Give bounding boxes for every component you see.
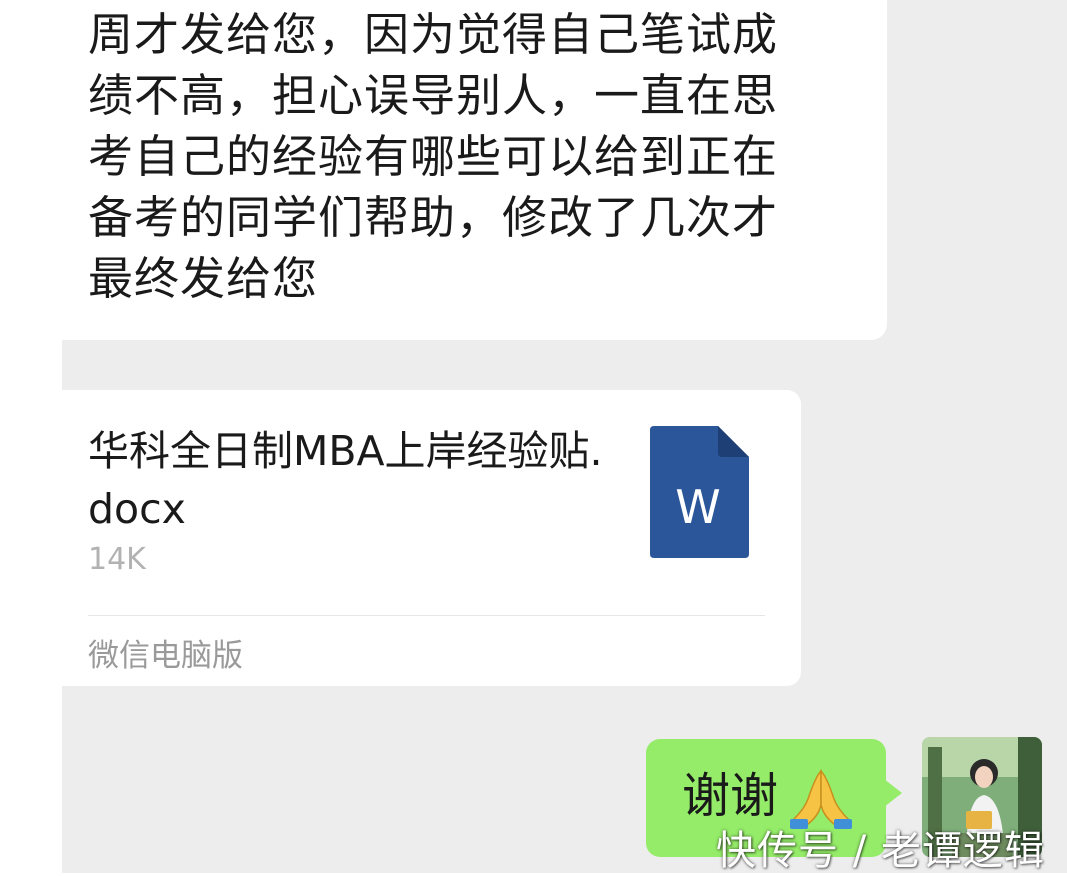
file-size: 14K (88, 542, 146, 577)
watermark: 快传号 / 老谭逻辑 (716, 828, 1045, 874)
received-message-bubble[interactable]: 周才发给您，因为觉得自己笔试成 绩不高，担心误导别人，一直在思 考自己的经验有哪… (62, 0, 887, 340)
file-card-divider (88, 615, 765, 616)
file-name: 华科全日制MBA上岸经验贴.docx (88, 427, 603, 533)
file-message-card[interactable]: 华科全日制MBA上岸经验贴.docx 14K W 微信电脑版 (62, 390, 801, 686)
sent-bubble-tail (884, 779, 902, 807)
file-source-label: 微信电脑版 (88, 638, 243, 674)
word-doc-icon: W (650, 426, 749, 558)
received-message-text: 周才发给您，因为觉得自己笔试成 绩不高，担心误导别人，一直在思 考自己的经验有哪… (88, 8, 779, 305)
word-icon-letter: W (675, 480, 720, 534)
